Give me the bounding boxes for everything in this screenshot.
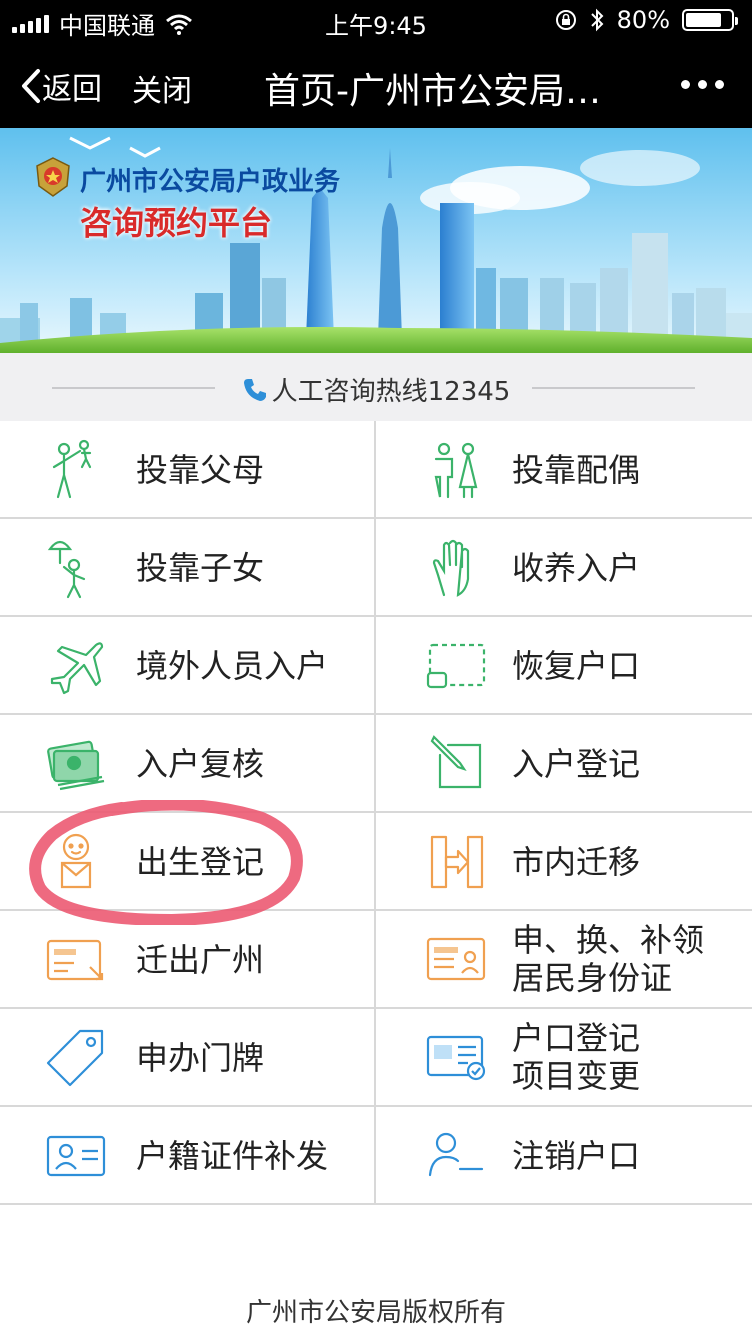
service-row: 户籍证件补发 注销户口 (0, 1107, 752, 1205)
dashed-frame-icon (426, 643, 486, 689)
back-label: 返回 (42, 72, 102, 107)
service-label: 申办门牌 (136, 1039, 265, 1077)
id-stack-icon (47, 740, 105, 791)
service-restore-registration[interactable]: 恢复户口 (376, 617, 752, 713)
service-family-parents[interactable]: 投靠父母 (0, 421, 376, 517)
copyright-footer: 广州市公安局版权所有 (245, 1298, 506, 1328)
phone-icon (243, 379, 266, 401)
move-out-card-icon (46, 939, 104, 981)
service-join-spouse[interactable]: 投靠配偶 (376, 421, 752, 517)
hotline-label: 人工咨询热线12345 (271, 377, 511, 407)
service-door-plate[interactable]: 申办门牌 (0, 1009, 376, 1105)
user-remove-icon (428, 1132, 484, 1177)
edit-pen-icon (430, 735, 482, 789)
banner-subtitle: 广州市公安局户政业务 (80, 167, 341, 197)
family-icon (52, 439, 92, 499)
battery-percent: 80% (616, 6, 670, 34)
household-check-icon (426, 1035, 486, 1081)
page-title: 首页-广州市公安局户政业务咨询预约平台 (264, 71, 624, 112)
service-label: 收养入户 (512, 549, 641, 587)
service-label: 入户登记 (512, 745, 641, 783)
service-label: 户籍证件补发 (136, 1137, 329, 1175)
banner-title: 咨询预约平台 (80, 204, 273, 242)
battery-icon (682, 9, 738, 31)
service-row: 迁出广州 申、换、补领 居民身份证 (0, 911, 752, 1009)
chevron-left-icon (22, 69, 40, 103)
service-row: 投靠父母 投靠配偶 (0, 421, 752, 519)
service-registration-change[interactable]: 户口登记 项目变更 (376, 1009, 752, 1105)
transfer-icon (430, 835, 484, 889)
service-adoption[interactable]: 收养入户 (376, 519, 752, 615)
service-label: 市内迁移 (512, 843, 641, 881)
service-row: 入户复核 入户登记 (0, 715, 752, 813)
status-bar: 中国联通 上午9:45 80% (0, 0, 752, 40)
service-label: 投靠子女 (136, 549, 265, 587)
service-label: 出生登记 (136, 843, 265, 881)
hotline-bar[interactable]: 人工咨询热线12345 (0, 353, 752, 421)
service-label: 境外人员入户 (136, 647, 329, 685)
service-row: 投靠子女 收养入户 (0, 519, 752, 617)
hand-icon (432, 539, 470, 597)
back-button[interactable]: 返回 (20, 64, 102, 108)
bluetooth-icon (590, 8, 604, 32)
airplane-icon (50, 642, 104, 695)
umbrella-child-icon (47, 540, 86, 599)
service-label: 申、换、补领 居民身份证 (512, 921, 705, 997)
header-banner: 广州市公安局户政业务 咨询预约平台 (0, 128, 752, 353)
service-row: 申办门牌 户口登记 项目变更 (0, 1009, 752, 1107)
service-id-card[interactable]: 申、换、补领 居民身份证 (376, 911, 752, 1007)
service-registration[interactable]: 入户登记 (376, 715, 752, 811)
service-label: 迁出广州 (136, 941, 265, 979)
service-certificate-reissue[interactable]: 户籍证件补发 (0, 1107, 376, 1203)
service-join-children[interactable]: 投靠子女 (0, 519, 376, 615)
service-row: 境外人员入户 恢复户口 (0, 617, 752, 715)
service-label: 户口登记 项目变更 (512, 1019, 641, 1095)
more-options-icon[interactable] (681, 66, 724, 89)
service-label: 投靠父母 (136, 451, 265, 489)
service-grid: 投靠父母 投靠配偶 投靠子女 收养入户 境外人员入户 恢复户口 入户复核 入户登… (0, 421, 752, 1205)
service-row: 出生登记 市内迁移 (0, 813, 752, 911)
close-button[interactable]: 关闭 (132, 66, 192, 110)
id-card-icon (426, 937, 486, 981)
police-emblem-icon (36, 157, 70, 197)
baby-icon (60, 833, 92, 889)
service-birth-registration[interactable]: 出生登记 (0, 813, 376, 909)
service-cancel-registration[interactable]: 注销户口 (376, 1107, 752, 1203)
rotation-lock-icon (555, 10, 576, 30)
service-label: 投靠配偶 (512, 451, 641, 489)
profile-card-icon (46, 1135, 106, 1177)
couple-icon (434, 442, 478, 499)
service-registration-review[interactable]: 入户复核 (0, 715, 376, 811)
service-label: 入户复核 (136, 745, 265, 783)
service-move-out[interactable]: 迁出广州 (0, 911, 376, 1007)
tag-icon (46, 1029, 104, 1087)
service-city-transfer[interactable]: 市内迁移 (376, 813, 752, 909)
service-overseas-registration[interactable]: 境外人员入户 (0, 617, 376, 713)
service-label: 注销户口 (512, 1137, 641, 1175)
service-label: 恢复户口 (512, 647, 641, 685)
nav-bar: 返回 关闭 首页-广州市公安局户政业务咨询预约平台 (0, 40, 752, 128)
